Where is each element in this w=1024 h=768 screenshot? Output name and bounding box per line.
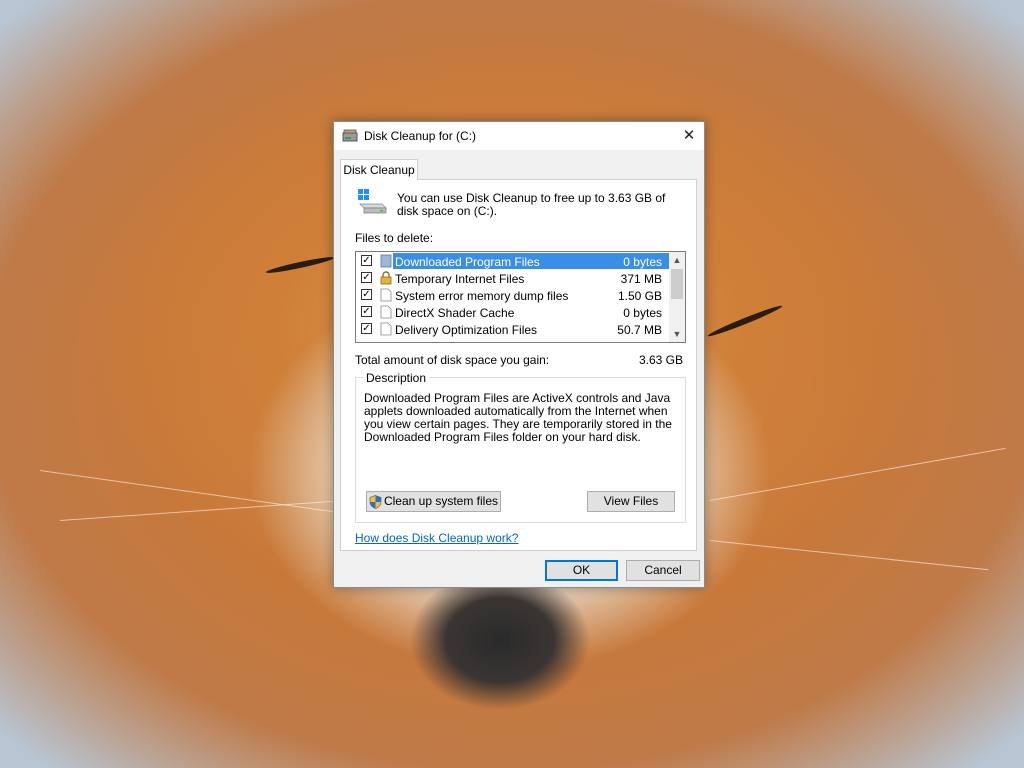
list-item[interactable]: ✓ DirectX Shader Cache 0 bytes — [356, 304, 670, 321]
file-icon — [380, 288, 392, 302]
wallpaper-whisker — [59, 499, 350, 521]
wallpaper-whisker — [39, 470, 338, 513]
file-category-size: 1.50 GB — [617, 289, 662, 303]
clean-up-system-files-button[interactable]: Clean up system files — [366, 491, 501, 512]
check-icon: ✓ — [362, 289, 371, 300]
intro-text: You can use Disk Cleanup to free up to 3… — [397, 191, 666, 218]
list-item[interactable]: ✓ Downloaded Program Files 0 bytes — [356, 253, 670, 270]
checkbox[interactable]: ✓ — [361, 272, 372, 283]
title-bar[interactable]: Disk Cleanup for (C:) ✕ — [334, 122, 704, 150]
check-icon: ✓ — [362, 323, 371, 334]
hard-drive-icon — [358, 189, 387, 214]
lock-icon — [380, 271, 392, 285]
file-icon — [380, 322, 392, 336]
wallpaper-eye-left — [265, 254, 335, 276]
clean-up-system-files-label: Clean up system files — [383, 494, 499, 508]
disk-cleanup-panel: You can use Disk Cleanup to free up to 3… — [340, 179, 697, 551]
scroll-up-icon[interactable]: ▲ — [669, 252, 685, 268]
file-category-name: Downloaded Program Files — [395, 255, 540, 269]
check-icon: ✓ — [362, 272, 371, 283]
disk-cleanup-dialog: Disk Cleanup for (C:) ✕ Disk Cleanup You… — [333, 121, 705, 588]
list-item[interactable]: ✓ System error memory dump files 1.50 GB — [356, 287, 670, 304]
file-category-size: 0 bytes — [623, 255, 662, 269]
total-space-value: 3.63 GB — [638, 353, 683, 367]
total-space-label: Total amount of disk space you gain: — [355, 353, 550, 367]
file-category-size: 371 MB — [620, 272, 662, 286]
check-icon: ✓ — [362, 306, 371, 317]
file-category-name: Temporary Internet Files — [395, 272, 525, 286]
file-category-size: 50.7 MB — [617, 323, 662, 337]
folder-icon — [380, 254, 392, 268]
description-text: Downloaded Program Files are ActiveX con… — [364, 391, 672, 444]
files-to-delete-list[interactable]: ✓ Downloaded Program Files 0 bytes ✓ Tem… — [355, 251, 686, 343]
checkbox[interactable]: ✓ — [361, 306, 372, 317]
wallpaper-whisker — [709, 540, 989, 571]
file-category-name: Delivery Optimization Files — [395, 323, 538, 337]
description-legend: Description — [363, 371, 430, 385]
view-files-button[interactable]: View Files — [587, 491, 675, 512]
cancel-button[interactable]: Cancel — [626, 560, 700, 581]
ok-button[interactable]: OK — [545, 560, 618, 581]
list-item[interactable]: ✓ Temporary Internet Files 371 MB — [356, 270, 670, 287]
list-item[interactable]: ✓ Delivery Optimization Files 50.7 MB — [356, 321, 670, 338]
window-title: Disk Cleanup for (C:) — [364, 129, 477, 143]
file-category-size: 0 bytes — [623, 306, 662, 320]
file-category-name: System error memory dump files — [395, 289, 569, 303]
checkbox[interactable]: ✓ — [361, 289, 372, 300]
file-icon — [380, 305, 392, 319]
checkbox[interactable]: ✓ — [361, 323, 372, 334]
uac-shield-icon — [369, 495, 382, 509]
help-link[interactable]: How does Disk Cleanup work? — [355, 531, 518, 545]
tab-disk-cleanup[interactable]: Disk Cleanup — [340, 159, 418, 180]
list-scrollbar[interactable]: ▲ ▼ — [669, 252, 685, 342]
scroll-down-icon[interactable]: ▼ — [669, 326, 685, 342]
file-category-name: DirectX Shader Cache — [395, 306, 515, 320]
files-to-delete-label: Files to delete: — [355, 231, 434, 245]
close-button[interactable]: ✕ — [674, 122, 704, 150]
scroll-thumb[interactable] — [671, 269, 683, 299]
wallpaper-whisker — [709, 447, 1006, 501]
checkbox[interactable]: ✓ — [361, 255, 372, 266]
close-icon: ✕ — [682, 127, 696, 144]
disk-cleanup-app-icon — [342, 129, 358, 142]
check-icon: ✓ — [362, 255, 371, 266]
wallpaper-eye-right — [706, 303, 784, 339]
